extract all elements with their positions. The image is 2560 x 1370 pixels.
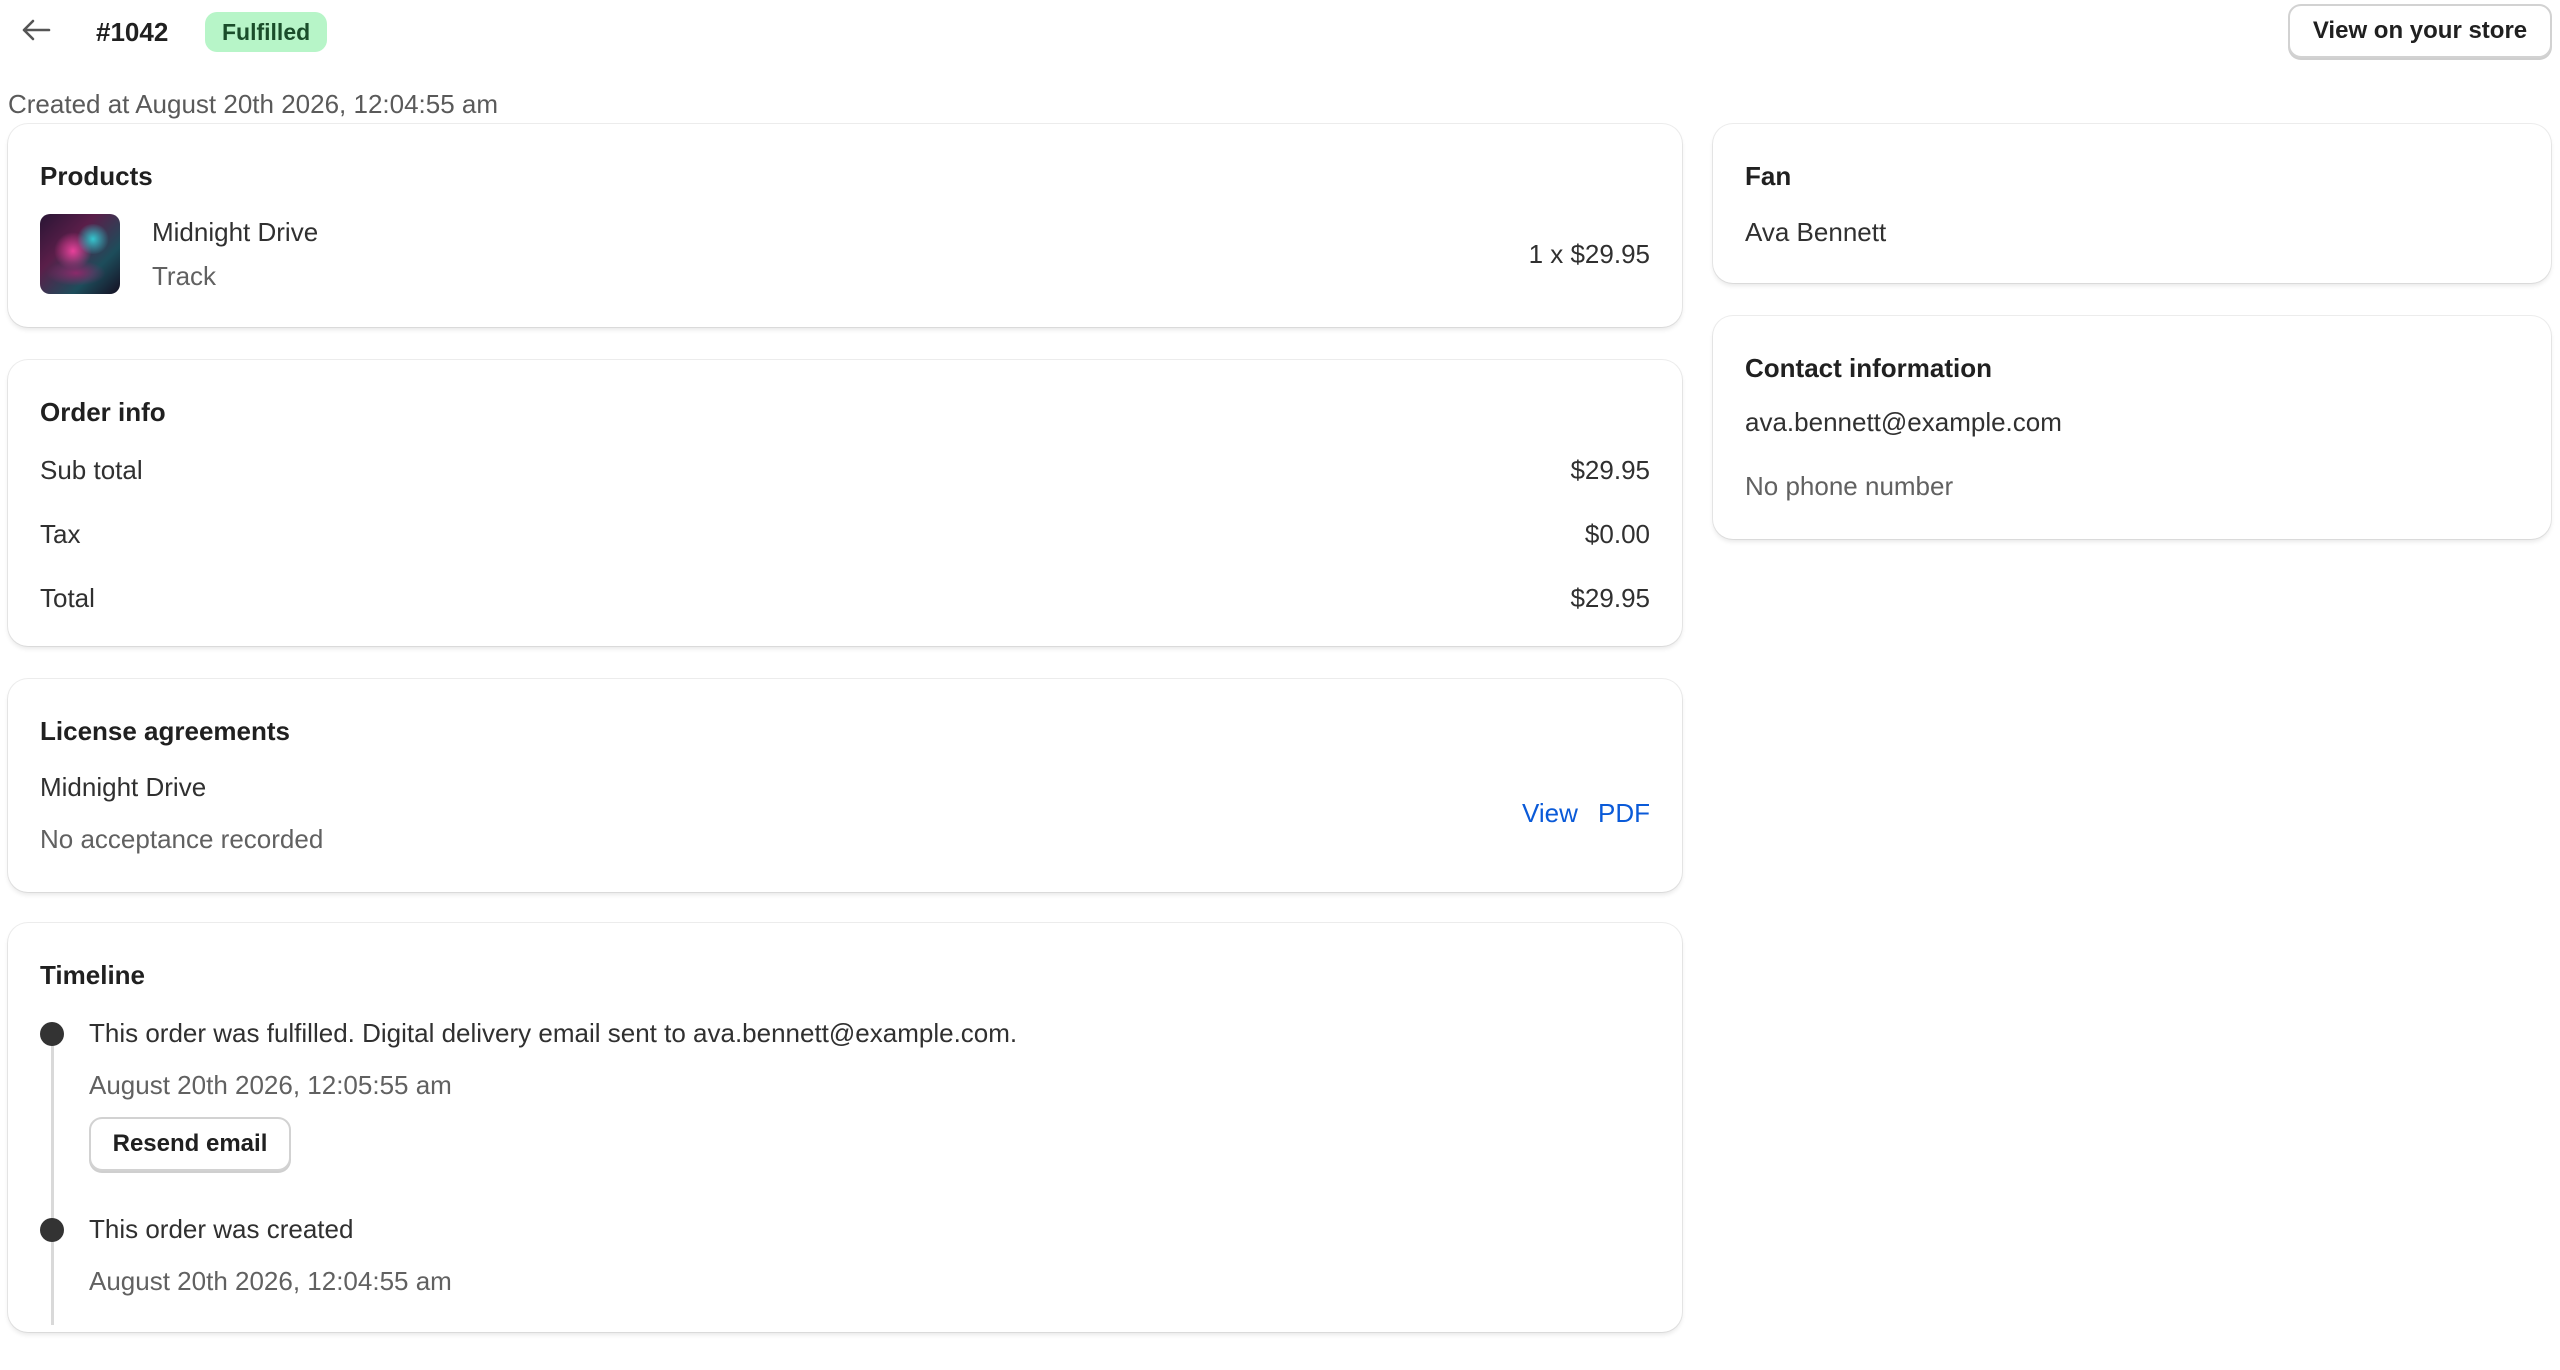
total-value: $29.95: [1570, 583, 1650, 613]
arrow-left-icon: [21, 19, 51, 46]
resend-email-button[interactable]: Resend email: [89, 1117, 291, 1171]
subtotal-value: $29.95: [1570, 455, 1650, 485]
status-badge: Fulfilled: [205, 12, 328, 52]
timeline-event-text: This order was fulfilled. Digital delive…: [89, 1018, 1018, 1048]
contact-title: Contact information: [1745, 353, 1992, 383]
products-title: Products: [40, 161, 153, 191]
contact-email: ava.bennett@example.com: [1745, 407, 2062, 437]
created-timestamp: Created at August 20th 2026, 12:04:55 am: [8, 89, 499, 119]
fan-card: Fan Ava Bennett: [1713, 124, 2551, 283]
product-type: Track: [152, 261, 217, 291]
contact-information-card: Contact information ava.bennett@example.…: [1713, 316, 2551, 539]
product-name: Midnight Drive: [152, 217, 319, 247]
product-quantity-price: 1 x $29.95: [1528, 239, 1650, 269]
license-item-name: Midnight Drive: [40, 772, 207, 802]
license-title: License agreements: [40, 716, 291, 746]
tax-label: Tax: [40, 519, 81, 549]
timeline-event-text: This order was created: [89, 1214, 354, 1244]
timeline-dot: [40, 1218, 64, 1242]
license-view-link[interactable]: View: [1522, 795, 1578, 831]
subtotal-label: Sub total: [40, 455, 143, 485]
timeline-card: Timeline This order was fulfilled. Digit…: [8, 923, 1682, 1332]
fan-title: Fan: [1745, 161, 1792, 191]
timeline-dot: [40, 1022, 64, 1046]
timeline-event-time: August 20th 2026, 12:04:55 am: [89, 1266, 452, 1296]
license-status: No acceptance recorded: [40, 824, 324, 854]
order-info-title: Order info: [40, 397, 166, 427]
timeline-event-time: August 20th 2026, 12:05:55 am: [89, 1070, 452, 1100]
license-pdf-link[interactable]: PDF: [1598, 795, 1650, 831]
contact-phone: No phone number: [1745, 471, 1954, 501]
page-header: #1042 Fulfilled View on your store: [0, 0, 2560, 66]
view-on-store-button[interactable]: View on your store: [2288, 4, 2552, 58]
order-number: #1042: [96, 17, 169, 47]
products-card: Products Midnight Drive Track 1 x $29.95: [8, 124, 1682, 327]
back-button[interactable]: [14, 12, 58, 52]
timeline-connector: [51, 1035, 54, 1325]
product-artwork-image: [40, 214, 120, 294]
timeline-title: Timeline: [40, 960, 146, 990]
order-info-card: Order info Sub total $29.95 Tax $0.00 To…: [8, 360, 1682, 646]
total-label: Total: [40, 583, 95, 613]
fan-name: Ava Bennett: [1745, 217, 1887, 247]
license-agreements-card: License agreements Midnight Drive No acc…: [8, 679, 1682, 892]
tax-value: $0.00: [1584, 519, 1650, 549]
